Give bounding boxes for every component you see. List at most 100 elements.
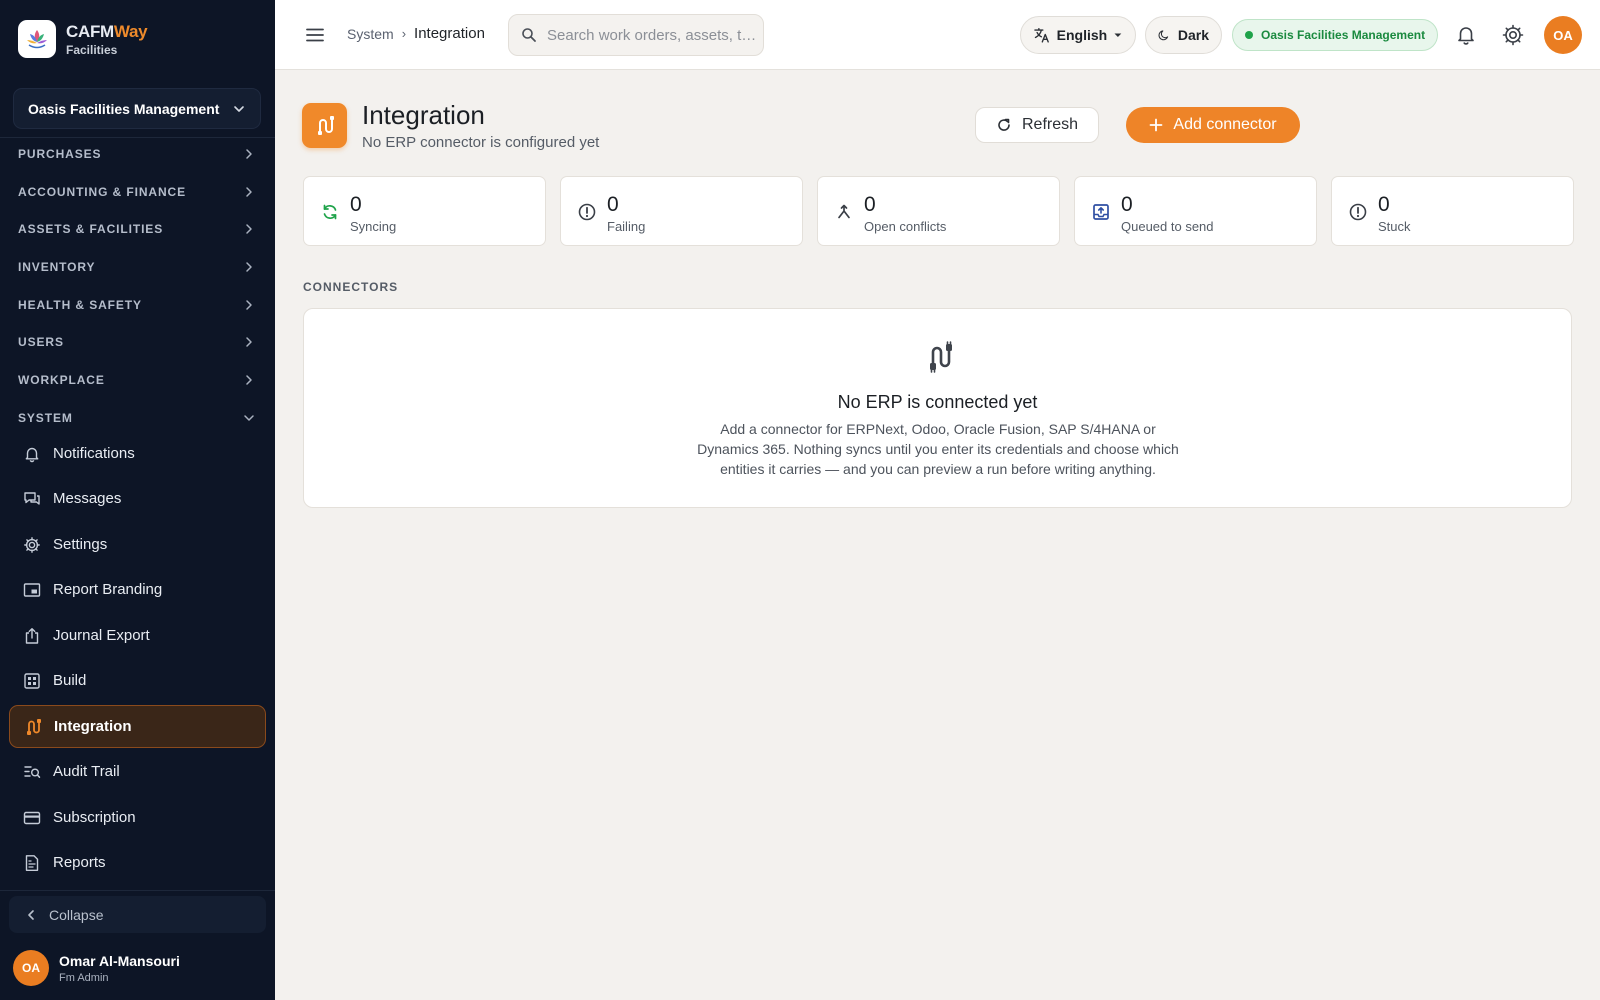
- sidebar-item-messages[interactable]: Messages: [9, 477, 266, 520]
- sidebar-divider: [0, 137, 275, 138]
- chevron-right-icon: [246, 337, 252, 347]
- brand-name-part1: CAFM: [66, 21, 114, 41]
- current-user[interactable]: OA Omar Al-Mansouri Fm Admin: [13, 950, 180, 986]
- stat-card-open-conflicts: 0 Open conflicts: [817, 176, 1060, 246]
- sidebar-item-label: Messages: [53, 490, 122, 507]
- empty-state-description: Add a connector for ERPNext, Odoo, Oracl…: [697, 421, 1179, 477]
- sidebar-item-label: Reports: [53, 854, 106, 871]
- integration-icon: [302, 103, 347, 148]
- topbar: System › Integration English Dark Oasis …: [275, 0, 1600, 70]
- report-icon: [22, 853, 42, 873]
- sidebar-item-subscription[interactable]: Subscription: [9, 796, 266, 839]
- sidebar-item-report-branding[interactable]: Report Branding: [9, 568, 266, 611]
- user-name: Omar Al-Mansouri: [59, 952, 180, 969]
- stat-label: Open conflicts: [864, 219, 947, 234]
- stat-card-failing: 0 Failing: [560, 176, 803, 246]
- chevron-right-icon: [246, 300, 252, 310]
- brand[interactable]: CAFMWay Facilities: [18, 19, 148, 59]
- section-label: ACCOUNTING & FINANCE: [18, 185, 186, 199]
- main-content: Integration No ERP connector is configur…: [275, 70, 1600, 1000]
- stat-label: Syncing: [350, 219, 397, 234]
- section-label: ASSETS & FACILITIES: [18, 222, 164, 236]
- user-avatar: OA: [13, 950, 49, 986]
- plus-icon: [1150, 118, 1163, 132]
- chevron-down-icon: [244, 415, 254, 421]
- stat-card-stuck: 0 Stuck: [1331, 176, 1574, 246]
- add-connector-button[interactable]: Add connector: [1126, 107, 1300, 143]
- chevron-right-icon: [246, 224, 252, 234]
- chevron-right-icon: [246, 187, 252, 197]
- refresh-icon: [998, 118, 1010, 131]
- connectors-section-label: CONNECTORS: [303, 280, 399, 294]
- audit-icon: [22, 762, 42, 782]
- sidebar-item-journal-export[interactable]: Journal Export: [9, 614, 266, 657]
- section-label: INVENTORY: [18, 260, 96, 274]
- stat-label: Stuck: [1378, 219, 1411, 234]
- sidebar-item-label: Report Branding: [53, 581, 163, 598]
- gear-icon: [22, 535, 42, 555]
- sidebar-item-reports[interactable]: Reports: [9, 841, 266, 884]
- language-label: English: [1056, 27, 1108, 43]
- brand-name: CAFMWay: [66, 21, 148, 41]
- organization-selector[interactable]: Oasis Facilities Management: [13, 88, 261, 129]
- global-search[interactable]: [508, 14, 764, 56]
- sidebar-item-label: Subscription: [53, 809, 136, 826]
- sidebar-item-settings[interactable]: Settings: [9, 523, 266, 566]
- chevron-right-icon: [246, 149, 252, 159]
- stat-value: 0: [607, 193, 619, 216]
- merge-icon: [834, 202, 854, 222]
- section-label: PURCHASES: [18, 147, 102, 161]
- section-accounting-finance[interactable]: ACCOUNTING & FINANCE: [0, 177, 275, 207]
- sidebar: CAFMWay Facilities Oasis Facilities Mana…: [0, 0, 275, 1000]
- search-icon: [522, 28, 536, 42]
- section-label: HEALTH & SAFETY: [18, 298, 142, 312]
- stat-value: 0: [1121, 193, 1133, 216]
- alert-circle-icon: [577, 202, 597, 222]
- sidebar-item-notifications[interactable]: Notifications: [9, 432, 266, 475]
- refresh-button[interactable]: Refresh: [975, 107, 1099, 143]
- notifications-bell-icon[interactable]: [1454, 23, 1478, 47]
- caret-down-icon: [1114, 33, 1122, 37]
- sidebar-item-audit-trail[interactable]: Audit Trail: [9, 750, 266, 793]
- language-selector[interactable]: English: [1020, 16, 1136, 54]
- sidebar-item-label: Notifications: [53, 445, 135, 462]
- theme-toggle[interactable]: Dark: [1145, 16, 1222, 54]
- section-health-safety[interactable]: HEALTH & SAFETY: [0, 290, 275, 320]
- page-subtitle: No ERP connector is configured yet: [362, 134, 600, 151]
- section-workplace[interactable]: WORKPLACE: [0, 365, 275, 395]
- card-icon: [22, 808, 42, 828]
- user-role: Fm Admin: [59, 971, 109, 984]
- empty-state-title: No ERP is connected yet: [837, 392, 1038, 412]
- sidebar-item-build[interactable]: Build: [9, 659, 266, 702]
- organization-selector-label: Oasis Facilities Management: [28, 100, 220, 117]
- organization-badge[interactable]: Oasis Facilities Management: [1232, 19, 1439, 51]
- brand-logo-icon: [18, 20, 56, 58]
- connectors-empty-state: No ERP is connected yet Add a connector …: [303, 308, 1572, 508]
- section-users[interactable]: USERS: [0, 327, 275, 357]
- section-purchases[interactable]: PURCHASES: [0, 139, 275, 169]
- section-inventory[interactable]: INVENTORY: [0, 252, 275, 282]
- breadcrumb: System › Integration: [347, 25, 485, 42]
- sidebar-item-label: Settings: [53, 536, 108, 553]
- section-label: SYSTEM: [18, 411, 73, 425]
- chat-icon: [22, 489, 42, 509]
- menu-icon[interactable]: [303, 23, 327, 47]
- chevron-down-icon: [234, 105, 244, 112]
- user-avatar-button[interactable]: OA: [1544, 16, 1582, 54]
- breadcrumb-system[interactable]: System: [347, 26, 394, 42]
- branding-icon: [22, 580, 42, 600]
- theme-label: Dark: [1177, 27, 1209, 43]
- page-title: Integration: [362, 100, 485, 130]
- settings-gear-icon[interactable]: [1501, 23, 1525, 47]
- bell-icon: [22, 444, 42, 464]
- chevron-left-icon: [28, 909, 34, 920]
- breadcrumb-current: Integration: [414, 25, 485, 42]
- add-connector-label: Add connector: [1173, 116, 1277, 133]
- integration-icon: [23, 717, 43, 737]
- stat-card-queued-to-send: 0 Queued to send: [1074, 176, 1317, 246]
- section-assets-facilities[interactable]: ASSETS & FACILITIES: [0, 214, 275, 244]
- search-input[interactable]: [547, 26, 757, 44]
- collapse-sidebar-button[interactable]: Collapse: [9, 896, 266, 933]
- section-system[interactable]: SYSTEM: [0, 403, 275, 433]
- sidebar-item-integration[interactable]: Integration: [9, 705, 266, 748]
